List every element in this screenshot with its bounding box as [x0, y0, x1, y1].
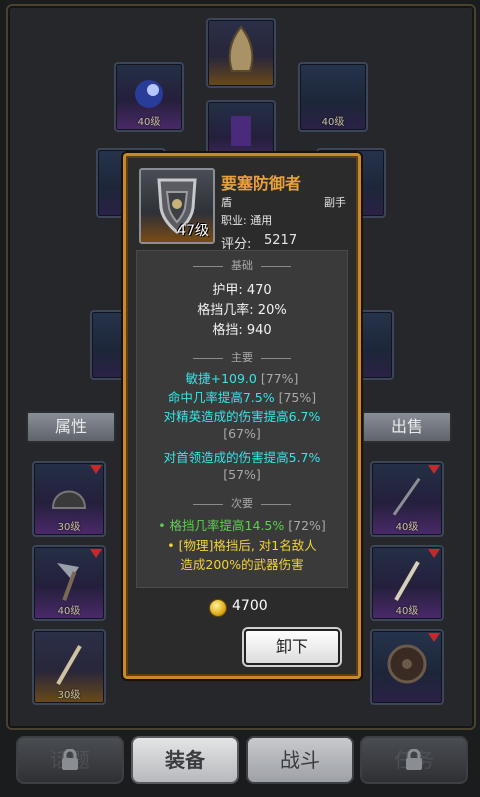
lock-icon: [406, 749, 422, 770]
new-item-marker: [428, 465, 440, 474]
section-basic: 基础: [137, 257, 347, 273]
equip-slot-empty-top[interactable]: 40级: [298, 62, 368, 132]
item-class: 职业: 通用: [221, 214, 273, 227]
basic-stat: 格挡: 940: [212, 323, 272, 338]
item-type: 盾: [221, 196, 232, 209]
attributes-button[interactable]: 属性: [26, 411, 116, 443]
secondary-stat: • [物理]格挡后, 对1名敌人: [167, 538, 317, 553]
inventory-slot[interactable]: 40级: [32, 545, 106, 621]
section-main: 主要: [137, 349, 347, 365]
main-stat: [67%]: [223, 426, 261, 441]
tab-battle[interactable]: 战斗: [246, 736, 354, 784]
main-stat: 对首领造成的伤害提高5.7%: [163, 450, 321, 465]
new-item-marker: [90, 549, 102, 558]
spear-icon: [392, 477, 421, 516]
item-slot: 副手: [324, 196, 346, 209]
item-level-badge: 47级: [177, 223, 209, 239]
unequip-button[interactable]: 卸下: [244, 629, 340, 665]
main-stat: 命中几率提高7.5% [75%]: [167, 390, 317, 405]
slot-level: 30级: [57, 522, 81, 533]
staff-icon: [394, 561, 420, 602]
new-item-marker: [90, 465, 102, 474]
orb-icon: [135, 80, 163, 109]
main-stat: 对精英造成的伤害提高6.7%: [163, 409, 321, 424]
round-shield-icon: [387, 644, 427, 684]
score-value: 5217: [264, 233, 298, 248]
item-price: 4700: [232, 598, 268, 614]
gold-coin-icon: [209, 599, 227, 617]
inventory-slot[interactable]: 30级: [32, 629, 106, 705]
slot-level: 40级: [57, 606, 81, 617]
inventory-slot[interactable]: 30级: [32, 461, 106, 537]
secondary-stat: • 格挡几率提高14.5% [72%]: [158, 518, 326, 533]
main-stat: 敏捷+109.0 [77%]: [185, 371, 299, 386]
item-name: 要塞防御者: [221, 174, 302, 193]
equip-slot-amulet[interactable]: 40级: [114, 62, 184, 132]
secondary-stat: 造成200%的武器伤害: [180, 557, 304, 572]
slot-level: 40级: [321, 117, 345, 128]
new-item-marker: [428, 633, 440, 642]
section-secondary: 次要: [137, 495, 347, 511]
basic-stat: 护甲: 470: [212, 283, 272, 298]
cloak-icon: [231, 116, 251, 147]
new-item-marker: [428, 549, 440, 558]
inventory-slot[interactable]: 40级: [370, 545, 444, 621]
staff-icon: [56, 645, 82, 686]
item-tooltip: 47级 要塞防御者 盾 副手 职业: 通用 评分: 5217 基础 护甲: 47…: [123, 153, 361, 679]
slot-level: 40级: [395, 522, 419, 533]
helmet-icon: [228, 25, 254, 73]
tab-equipment[interactable]: 装备: [131, 736, 239, 784]
slot-level: 40级: [395, 606, 419, 617]
basic-stat: 格挡几率: 20%: [197, 303, 287, 318]
item-icon: 47级: [139, 168, 215, 244]
helmet-icon: [51, 490, 87, 510]
stats-area: 基础 护甲: 470 格挡几率: 20% 格挡: 940 主要 敏捷+109.0…: [136, 250, 348, 588]
slot-level: 30级: [57, 690, 81, 701]
sell-button[interactable]: 出售: [362, 411, 452, 443]
lock-icon: [62, 749, 78, 770]
tab-locked-left[interactable]: 话题: [16, 736, 124, 784]
inventory-slot[interactable]: 40级: [370, 461, 444, 537]
axe-icon: [57, 563, 79, 601]
slot-level: 40级: [137, 117, 161, 128]
equip-slot-helmet[interactable]: [206, 18, 276, 88]
main-stat: [57%]: [223, 467, 261, 482]
inventory-slot[interactable]: [370, 629, 444, 705]
tab-locked-right[interactable]: 任务: [360, 736, 468, 784]
